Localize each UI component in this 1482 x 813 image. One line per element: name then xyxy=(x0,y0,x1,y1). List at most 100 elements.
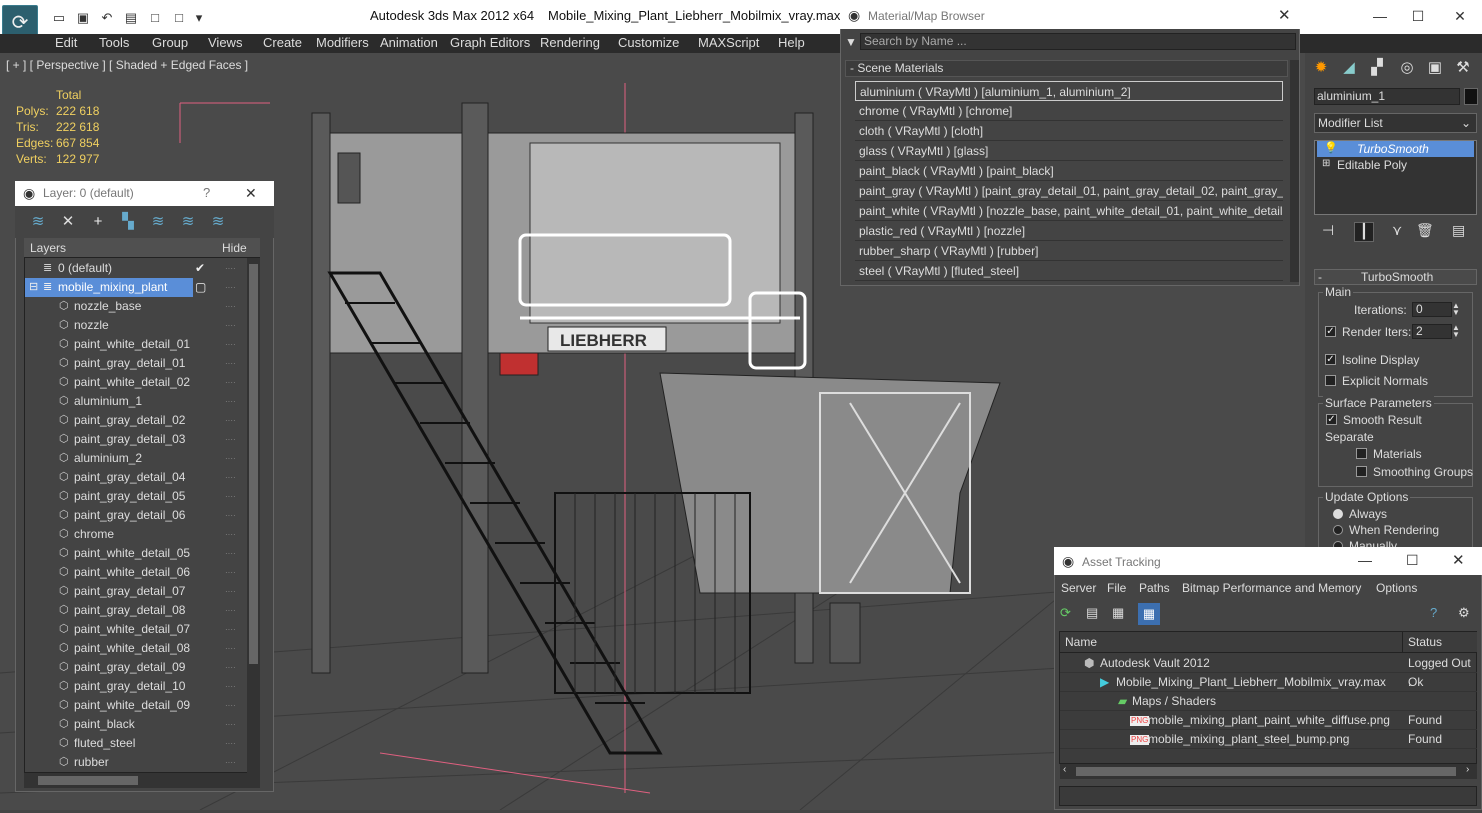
browser-options-icon[interactable]: ▼ xyxy=(845,35,857,49)
scene-materials-group[interactable]: - Scene Materials xyxy=(845,60,1288,77)
material-row[interactable]: rubber_sharp ( VRayMtl ) [rubber] xyxy=(855,241,1283,261)
object-color-swatch[interactable] xyxy=(1464,88,1478,105)
layer-object-row[interactable]: ⬡ paint_white_detail_08 ···· xyxy=(25,639,247,658)
redo-icon[interactable]: ▤ xyxy=(122,10,140,26)
layer-object-row[interactable]: ⬡ paint_white_detail_07 ···· xyxy=(25,620,247,639)
asset-menu-paths[interactable]: Paths xyxy=(1139,581,1170,595)
layer-vscrollbar[interactable] xyxy=(247,258,260,773)
undo-icon[interactable]: ↶ xyxy=(98,10,116,26)
asset-maximize-icon[interactable]: ☐ xyxy=(1406,552,1419,569)
layer-hscrollbar[interactable] xyxy=(24,773,260,788)
asset-menu-file[interactable]: File xyxy=(1107,581,1126,595)
render-iters-checkbox[interactable]: ✓ xyxy=(1325,326,1336,337)
modify-tab-icon[interactable]: ◢ xyxy=(1337,57,1361,79)
hide-toggle[interactable]: ···· xyxy=(225,468,239,487)
col-layers[interactable]: Layers xyxy=(30,241,66,255)
material-scrollbar[interactable] xyxy=(1290,60,1299,282)
menu-edit[interactable]: Edit xyxy=(55,35,77,50)
maximize-icon[interactable]: ☐ xyxy=(1406,6,1430,26)
asset-tracking-header[interactable]: ◉ Asset Tracking — ☐ ✕ xyxy=(1054,547,1482,575)
spinner-arrows-icon[interactable]: ▲ ▼ xyxy=(1452,324,1460,339)
hide-toggle[interactable]: ···· xyxy=(225,658,239,677)
hide-toggle[interactable]: ···· xyxy=(225,316,239,335)
menu-animation[interactable]: Animation xyxy=(380,35,438,50)
pin-stack-icon[interactable]: ⊣ xyxy=(1322,222,1334,239)
hide-toggle[interactable]: ···· xyxy=(225,278,239,297)
materials-checkbox[interactable] xyxy=(1356,448,1367,459)
asset-path-field[interactable] xyxy=(1059,786,1477,806)
layer-object-row[interactable]: ⬡ paint_white_detail_05 ···· xyxy=(25,544,247,563)
scroll-thumb[interactable] xyxy=(38,776,138,785)
hide-toggle[interactable]: ···· xyxy=(225,449,239,468)
expand-icon[interactable]: ⊞ xyxy=(1322,158,1330,169)
highlight-layer-icon[interactable]: ≋ xyxy=(148,212,168,232)
help-icon[interactable]: ? xyxy=(1430,605,1437,620)
dropdown-icon[interactable]: ▾ xyxy=(190,10,208,26)
hide-toggle[interactable]: ···· xyxy=(225,373,239,392)
layer-panel-header[interactable]: ◉ Layer: 0 (default) ? ✕ xyxy=(15,181,274,206)
make-unique-icon[interactable]: ⋎ xyxy=(1392,222,1402,239)
menu-rendering[interactable]: Rendering xyxy=(540,35,600,50)
layer-object-row[interactable]: ⬡ fluted_steel ···· xyxy=(25,734,247,753)
layer-object-row[interactable]: ⬡ paint_gray_detail_10 ···· xyxy=(25,677,247,696)
layer-close-icon[interactable]: ✕ xyxy=(245,185,257,202)
configure-sets-icon[interactable]: ▤ xyxy=(1452,222,1465,239)
material-row[interactable]: chrome ( VRayMtl ) [chrome] xyxy=(855,101,1283,121)
hide-toggle[interactable]: ···· xyxy=(225,354,239,373)
material-browser-header[interactable]: ◉ Material/Map Browser ✕ xyxy=(840,3,1300,29)
layer-object-row[interactable]: ⬡ paint_gray_detail_07 ···· xyxy=(25,582,247,601)
col-hide[interactable]: Hide xyxy=(222,241,247,255)
motion-tab-icon[interactable]: ◎ xyxy=(1395,57,1419,79)
hide-all-icon[interactable]: ≋ xyxy=(178,212,198,232)
list-view-icon[interactable]: ▤ xyxy=(1086,605,1104,623)
menu-modifiers[interactable]: Modifiers xyxy=(316,35,369,50)
stack-item-turbosmooth[interactable]: TurboSmooth xyxy=(1317,141,1474,157)
menu-group[interactable]: Group xyxy=(152,35,188,50)
hide-toggle[interactable]: ···· xyxy=(225,734,239,753)
select-objects-icon[interactable]: ▚ xyxy=(118,212,138,232)
hide-toggle[interactable]: ···· xyxy=(225,430,239,449)
minimize-icon[interactable]: — xyxy=(1368,6,1392,26)
hide-toggle[interactable]: ···· xyxy=(225,601,239,620)
layer-object-row[interactable]: ⬡ aluminium_1 ···· xyxy=(25,392,247,411)
hide-toggle[interactable]: ···· xyxy=(225,411,239,430)
menu-tools[interactable]: Tools xyxy=(99,35,129,50)
layer-object-row[interactable]: ⬡ paint_gray_detail_08 ···· xyxy=(25,601,247,620)
material-row[interactable]: paint_white ( VRayMtl ) [nozzle_base, pa… xyxy=(855,201,1283,221)
smooth-result-checkbox[interactable]: ✓ xyxy=(1326,414,1337,425)
always-radio[interactable] xyxy=(1333,509,1343,519)
layer-object-row[interactable]: ⬡ paint_gray_detail_09 ···· xyxy=(25,658,247,677)
delete-layer-icon[interactable]: ✕ xyxy=(58,212,78,232)
hide-toggle[interactable]: ···· xyxy=(225,392,239,411)
hide-toggle[interactable]: ···· xyxy=(225,544,239,563)
layer-help-icon[interactable]: ? xyxy=(203,185,210,200)
open-icon[interactable]: ▭ xyxy=(50,10,68,26)
iterations-spinner[interactable]: 0 xyxy=(1412,302,1452,317)
show-end-result-icon[interactable]: ┃ xyxy=(1354,222,1374,242)
add-to-layer-icon[interactable]: + xyxy=(88,212,108,232)
layer-row-default[interactable]: ≣ 0 (default) ✔ ···· xyxy=(25,259,247,278)
hierarchy-tab-icon[interactable]: ▞ xyxy=(1365,57,1389,79)
material-row[interactable]: paint_black ( VRayMtl ) [paint_black] xyxy=(855,161,1283,181)
scroll-left-icon[interactable]: ‹ xyxy=(1063,764,1066,775)
object-name-field[interactable]: aluminium_1 xyxy=(1314,88,1460,105)
asset-row-bump-png[interactable]: PNG mobile_mixing_plant_steel_bump.png F… xyxy=(1060,730,1477,749)
create-tab-icon[interactable]: ✹ xyxy=(1309,57,1333,79)
layer-object-row[interactable]: ⬡ paint_gray_detail_06 ···· xyxy=(25,506,247,525)
current-layer-icon[interactable]: ▢ xyxy=(195,278,206,297)
detail-view-icon[interactable]: ▦ xyxy=(1112,605,1130,623)
turbosmooth-rollout-header[interactable]: - TurboSmooth xyxy=(1314,269,1477,285)
spinner-arrows-icon[interactable]: ▲ ▼ xyxy=(1452,302,1460,317)
explicit-normals-checkbox[interactable] xyxy=(1325,375,1336,386)
hide-toggle[interactable]: ···· xyxy=(225,563,239,582)
layer-object-row[interactable]: ⬡ paint_white_detail_01 ···· xyxy=(25,335,247,354)
layer-object-row[interactable]: ⬡ chrome ···· xyxy=(25,525,247,544)
utilities-tab-icon[interactable]: ⚒ xyxy=(1451,57,1475,79)
fetch-icon[interactable]: □ xyxy=(170,10,188,26)
close-icon[interactable]: ✕ xyxy=(1448,6,1472,26)
viewport-label[interactable]: [ + ] [ Perspective ] [ Shaded + Edged F… xyxy=(6,58,248,72)
new-layer-icon[interactable]: ≋ xyxy=(28,212,48,232)
table-view-icon[interactable]: ▦ xyxy=(1138,603,1160,625)
hide-toggle[interactable]: ···· xyxy=(225,506,239,525)
menu-create[interactable]: Create xyxy=(263,35,302,50)
